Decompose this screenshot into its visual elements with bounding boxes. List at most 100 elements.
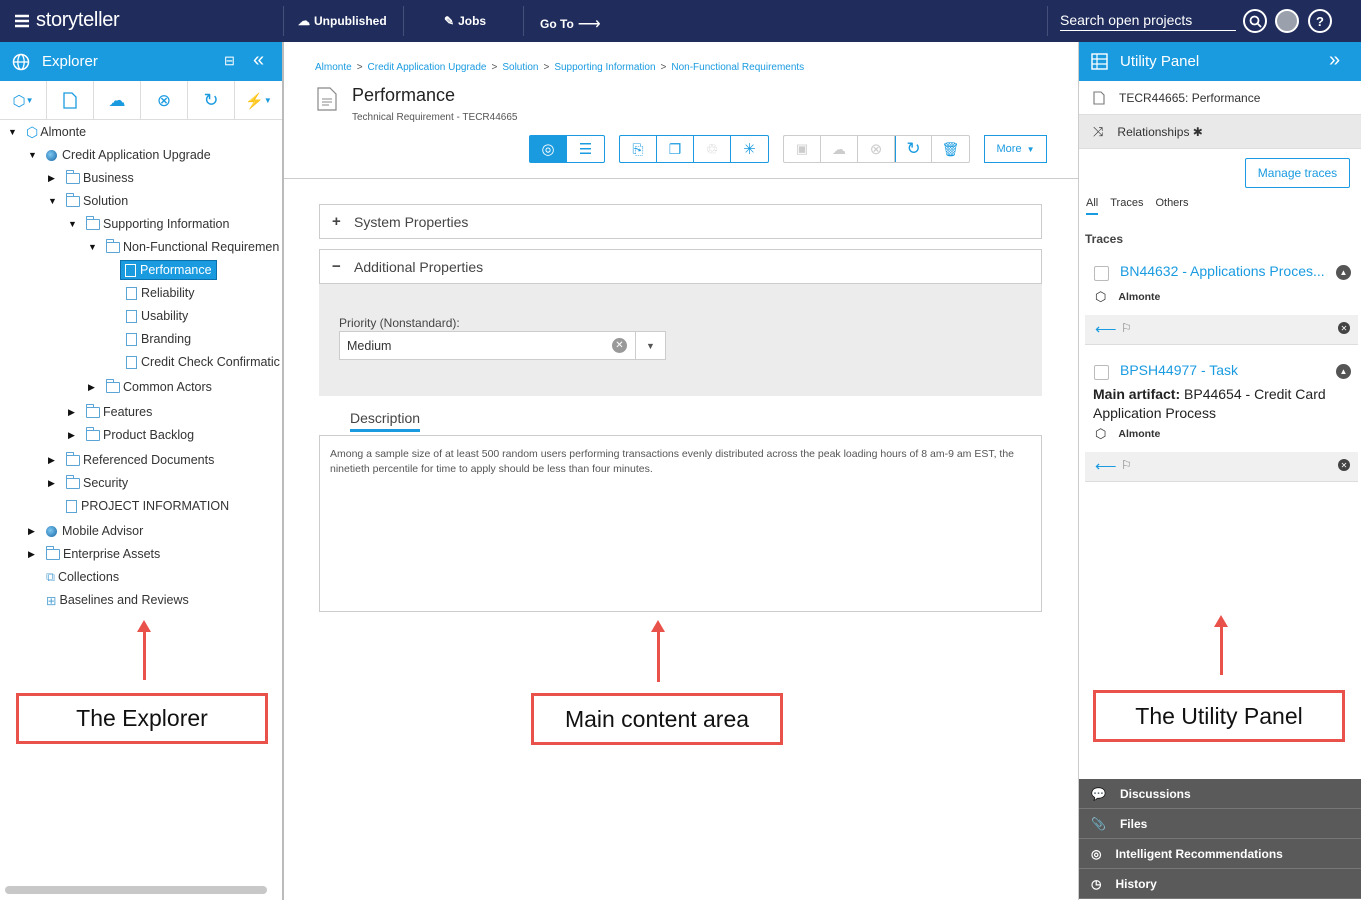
breadcrumb-item[interactable]: Non-Functional Requirements xyxy=(671,62,804,73)
arrow-left-icon[interactable]: ⟵ xyxy=(1095,457,1117,475)
search-input[interactable]: Search open projects xyxy=(1060,12,1236,31)
save-button[interactable]: ▣ xyxy=(784,136,821,162)
tree-item[interactable]: PROJECT INFORMATION xyxy=(66,496,229,516)
tree-item[interactable]: ▶ Features xyxy=(68,402,152,422)
collapsed-caret-icon[interactable]: ▶ xyxy=(28,526,38,537)
relationships-header[interactable]: ⤨ Relationships ✱ xyxy=(1079,115,1361,149)
trace-checkbox[interactable] xyxy=(1094,365,1109,380)
collapse-trace-icon[interactable]: ▲ xyxy=(1336,265,1351,280)
tab-all[interactable]: All xyxy=(1086,197,1099,215)
breadcrumb-item[interactable]: Credit Application Upgrade xyxy=(368,62,487,73)
logo[interactable]: storyteller xyxy=(12,9,120,32)
unpublished-button[interactable]: ☁ Unpublished xyxy=(298,14,387,28)
discard-artifact-button[interactable]: ⊗ xyxy=(858,136,895,162)
collapsed-caret-icon[interactable]: ▶ xyxy=(48,173,58,184)
tree-item[interactable]: ▶ Referenced Documents xyxy=(48,450,214,470)
expanded-caret-icon[interactable]: ▼ xyxy=(28,150,38,160)
remove-trace-icon[interactable]: ✕ xyxy=(1338,322,1350,334)
collapsed-caret-icon[interactable]: ▶ xyxy=(88,382,98,393)
tree-item[interactable]: ⊞ Baselines and Reviews xyxy=(46,590,189,610)
goto-button[interactable]: Go To ⟶ xyxy=(540,14,601,34)
tree-item[interactable]: Credit Check Confirmatic xyxy=(126,352,280,372)
expanded-caret-icon[interactable]: ▼ xyxy=(68,219,78,229)
collapse-left-icon[interactable]: « xyxy=(253,49,264,72)
details-view-button[interactable]: ◎ xyxy=(530,136,567,162)
bulk-actions-button[interactable]: ⚡ ▼ xyxy=(235,81,282,120)
collapsed-caret-icon[interactable]: ▶ xyxy=(28,549,38,560)
tree-item[interactable]: ▼ Supporting Information xyxy=(68,214,229,234)
tree-item[interactable]: ▼ Non-Functional Requiremen xyxy=(88,237,279,257)
collapsed-caret-icon[interactable]: ▶ xyxy=(68,430,78,441)
flag-icon[interactable]: ⚐ xyxy=(1121,321,1132,335)
tab-others[interactable]: Others xyxy=(1155,197,1188,215)
tab-traces[interactable]: Traces xyxy=(1110,197,1143,215)
tree-item[interactable]: ▶ Business xyxy=(48,168,134,188)
tree-item[interactable]: Branding xyxy=(126,329,191,349)
tab-description[interactable]: Description xyxy=(350,410,421,432)
collapsed-caret-icon[interactable]: ▶ xyxy=(68,407,78,418)
additional-properties-section[interactable]: − Additional Properties xyxy=(319,249,1042,284)
flag-icon[interactable]: ⚐ xyxy=(1121,458,1132,472)
help-icon[interactable]: ? xyxy=(1308,9,1332,33)
tree-item[interactable]: ▼ ⬡ Almonte xyxy=(8,122,86,142)
artifact-type-button[interactable]: ⬡ ▼ xyxy=(0,81,47,120)
new-document-button[interactable] xyxy=(47,81,94,120)
files-section[interactable]: 📎 Files xyxy=(1079,809,1361,839)
collapse-trace-icon[interactable]: ▲ xyxy=(1336,364,1351,379)
collapse-right-icon[interactable]: » xyxy=(1329,49,1340,72)
tree-item[interactable]: ▶ Product Backlog xyxy=(68,425,194,445)
cloud-upload-icon: ☁ xyxy=(108,90,126,110)
jobs-button[interactable]: ✎ Jobs xyxy=(444,14,486,28)
search-icon[interactable] xyxy=(1243,9,1267,33)
expanded-caret-icon[interactable]: ▼ xyxy=(8,127,18,137)
discard-button[interactable]: ⊗ xyxy=(141,81,188,120)
remove-trace-icon[interactable]: ✕ xyxy=(1338,459,1350,471)
layout-icon[interactable]: ⊟ xyxy=(224,53,235,69)
trace-link[interactable]: BN44632 - Applications Proces... xyxy=(1120,263,1332,279)
trace-link[interactable]: BPSH44977 - Task xyxy=(1120,362,1332,378)
tree-item[interactable]: Reliability xyxy=(126,283,195,303)
tree-item[interactable]: ▶ Common Actors xyxy=(88,377,212,397)
expanded-caret-icon[interactable]: ▼ xyxy=(48,196,58,206)
tree-item[interactable]: ▼ Solution xyxy=(48,191,128,211)
collapsed-caret-icon[interactable]: ▶ xyxy=(48,478,58,489)
more-button[interactable]: More ▼ xyxy=(984,135,1047,163)
breadcrumb-item[interactable]: Supporting Information xyxy=(554,62,655,73)
priority-select[interactable]: Medium ✕ ▼ xyxy=(339,331,666,360)
list-view-button[interactable]: ☰ xyxy=(567,136,604,162)
publish-artifact-button[interactable]: ☁ xyxy=(821,136,858,162)
arrow-left-icon[interactable]: ⟵ xyxy=(1095,320,1117,338)
manage-traces-button[interactable]: Manage traces xyxy=(1245,158,1350,188)
tree-item[interactable]: ▶ Enterprise Assets xyxy=(28,544,160,564)
tree-item[interactable]: Performance xyxy=(120,260,217,280)
selected-tree-item[interactable]: Performance xyxy=(120,260,217,280)
tree-item[interactable]: ▶ Security xyxy=(48,473,128,493)
description-editor[interactable]: Among a sample size of at least 500 rand… xyxy=(319,435,1042,612)
copy-button[interactable]: ❐ xyxy=(657,136,694,162)
generate-button[interactable]: ♲ xyxy=(694,136,731,162)
impact-button[interactable]: ✳ xyxy=(731,136,768,162)
breadcrumb-item[interactable]: Almonte xyxy=(315,62,352,73)
horizontal-scrollbar[interactable] xyxy=(5,886,267,894)
refresh-artifact-button[interactable]: ↻ xyxy=(895,136,932,162)
tree-item[interactable]: ▼ Credit Application Upgrade xyxy=(28,145,211,165)
trace-checkbox[interactable] xyxy=(1094,266,1109,281)
breadcrumb-item[interactable]: Solution xyxy=(502,62,538,73)
collapsed-caret-icon[interactable]: ▶ xyxy=(48,455,58,466)
expanded-caret-icon[interactable]: ▼ xyxy=(88,242,98,252)
clear-icon[interactable]: ✕ xyxy=(612,338,627,353)
history-section[interactable]: ◷ History xyxy=(1079,869,1361,899)
export-button[interactable]: ⎘ xyxy=(620,136,657,162)
refresh-button[interactable]: ↻ xyxy=(188,81,235,120)
delete-button[interactable]: 🗑 xyxy=(932,136,969,162)
discussions-section[interactable]: 💬 Discussions xyxy=(1079,779,1361,809)
intelligent-recommendations-section[interactable]: ◎ Intelligent Recommendations xyxy=(1079,839,1361,869)
tree-item[interactable]: ⧉ Collections xyxy=(46,567,119,587)
publish-button[interactable]: ☁ xyxy=(94,81,141,120)
avatar[interactable] xyxy=(1275,9,1299,33)
system-properties-section[interactable]: + System Properties xyxy=(319,204,1042,239)
tree-item[interactable]: Usability xyxy=(126,306,188,326)
tree-item[interactable]: ▶ Mobile Advisor xyxy=(28,521,143,541)
dropdown-caret-icon[interactable]: ▼ xyxy=(635,332,665,359)
refresh-icon: ↻ xyxy=(203,90,219,110)
